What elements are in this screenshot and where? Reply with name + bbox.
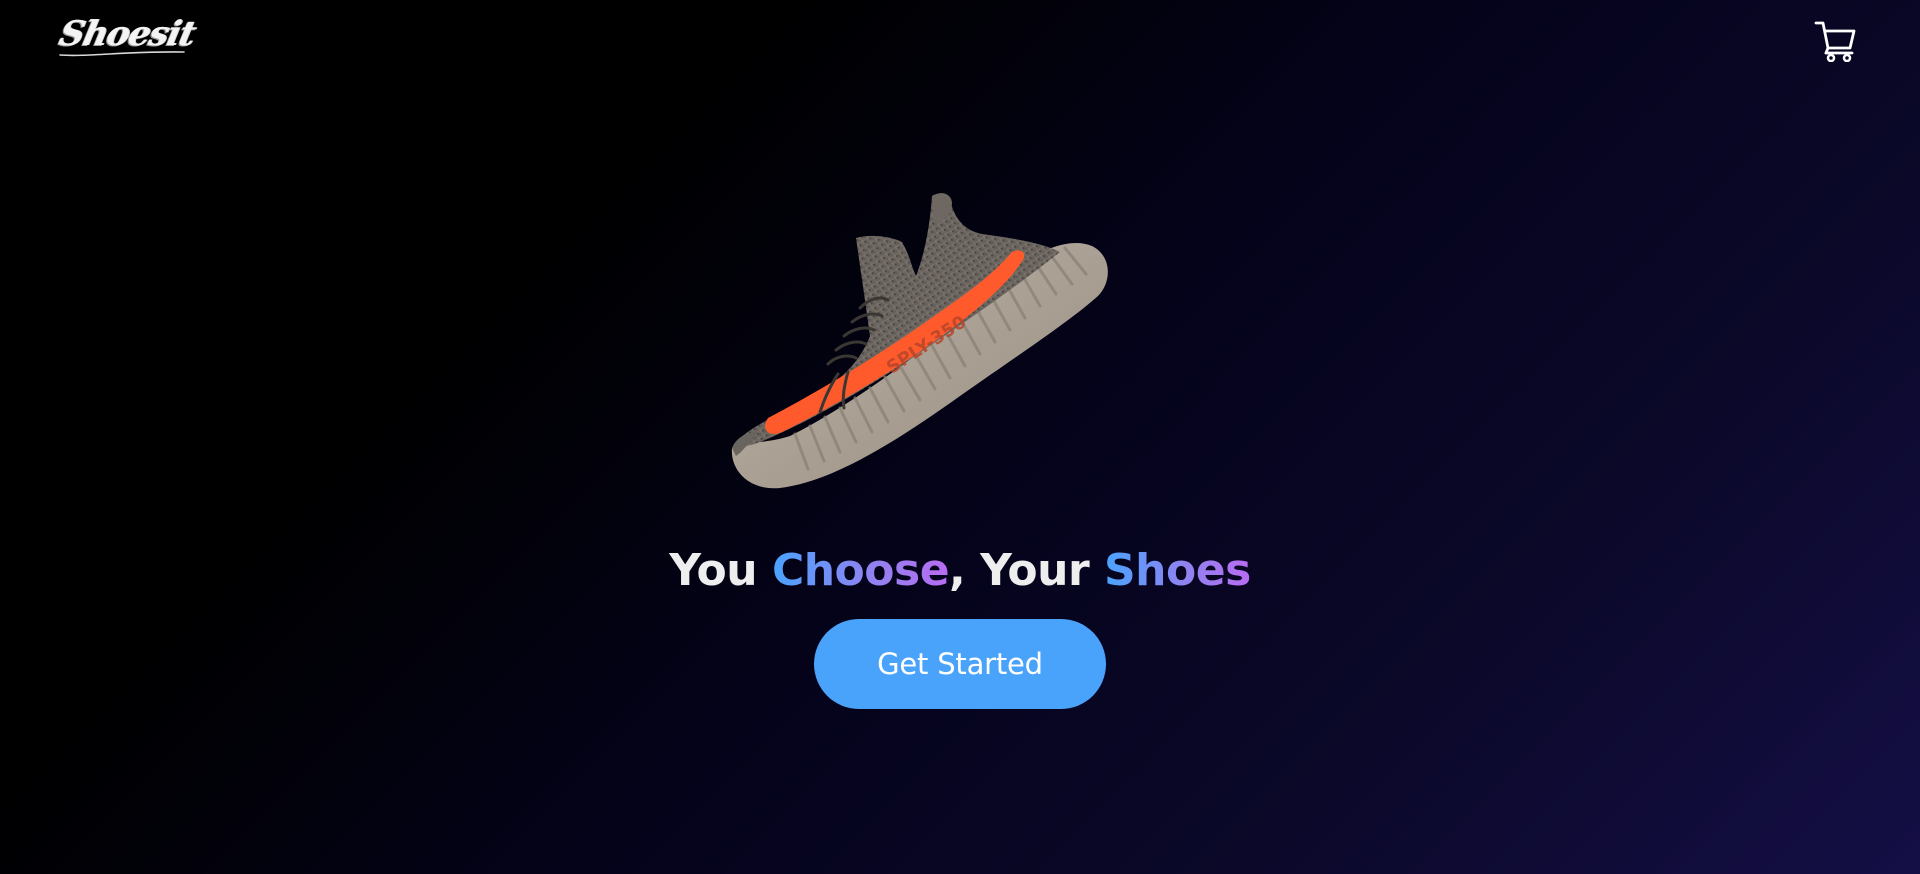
headline-part-2: , Your	[949, 545, 1104, 596]
top-bar: Shoesit	[0, 0, 1920, 86]
headline-part-1: You	[669, 545, 772, 596]
shopping-cart-icon[interactable]	[1814, 20, 1858, 62]
get-started-button[interactable]: Get Started	[814, 619, 1106, 709]
sneaker-image: SPLY-350	[731, 193, 1108, 489]
headline-highlight-choose: Choose	[771, 545, 950, 596]
hero-headline: You Choose, Your Shoes	[0, 537, 1920, 605]
landing-page: Shoesit SPLY-350 You Choose, Your Shoes …	[0, 0, 1920, 874]
logo-underline-swash	[59, 51, 185, 57]
headline-highlight-shoes: Shoes	[1103, 545, 1251, 596]
